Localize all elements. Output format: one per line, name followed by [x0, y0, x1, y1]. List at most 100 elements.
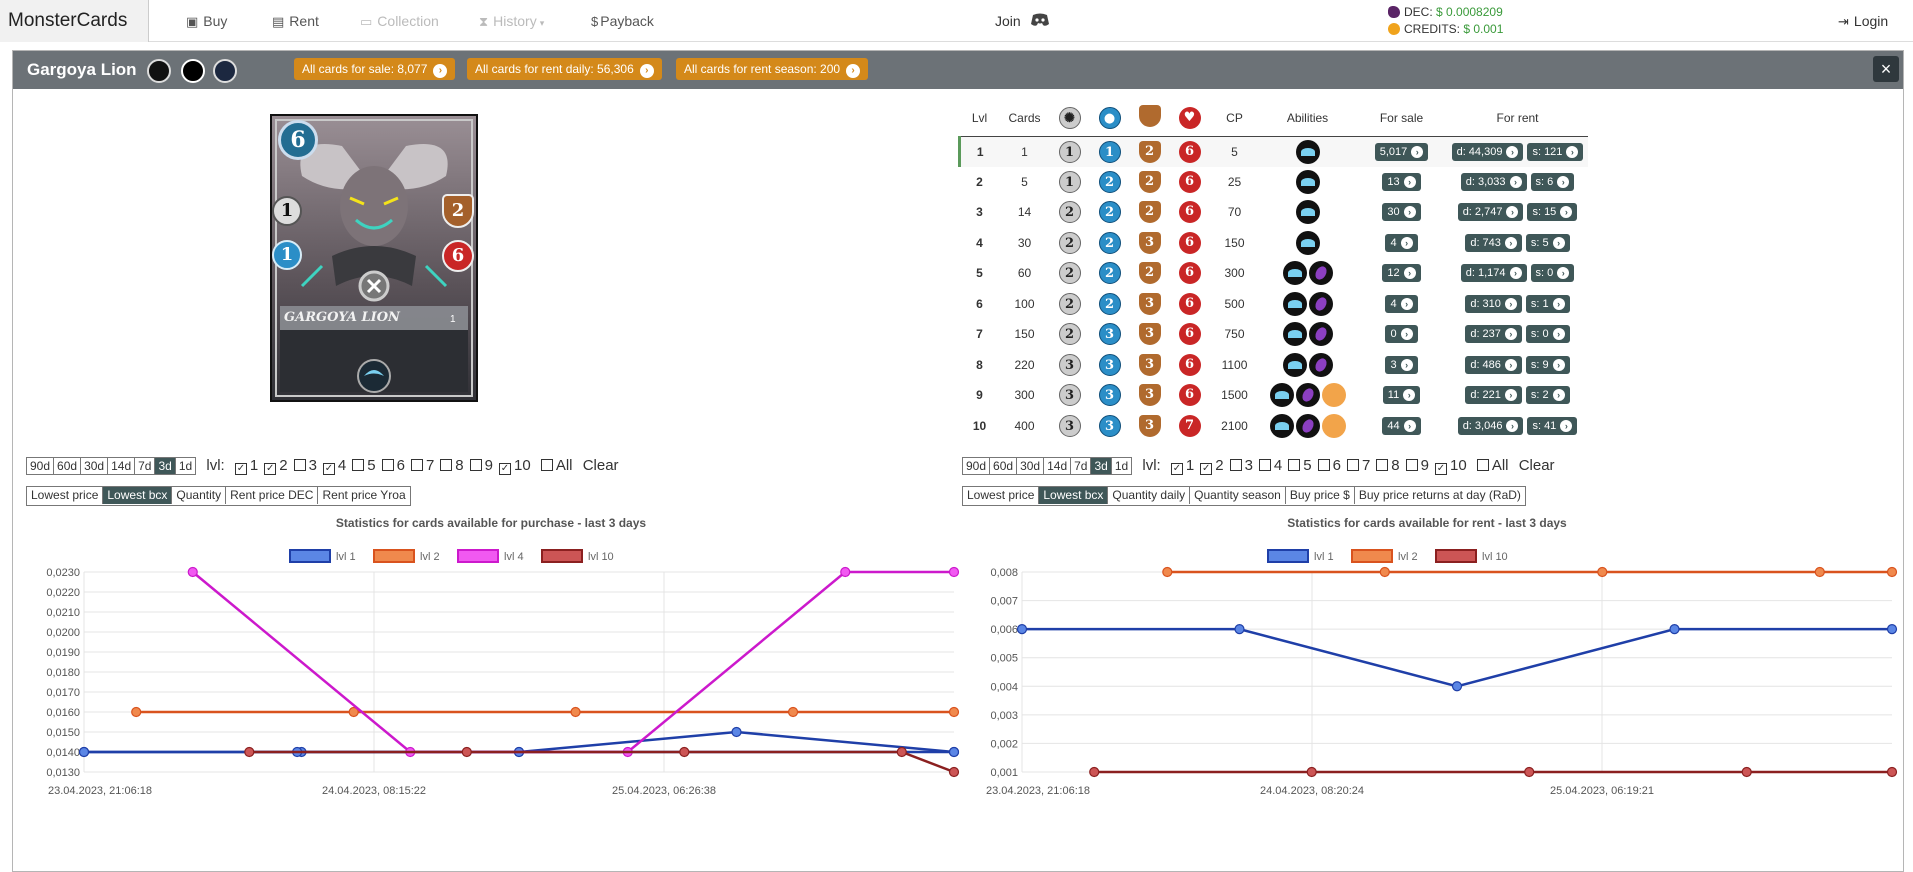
table-row[interactable]: 9 300 3 3 3 6 1500 11 › d: 221 › s: 2 › [960, 380, 1588, 411]
data-point[interactable] [244, 746, 255, 758]
period-7d[interactable]: 7d [135, 458, 156, 475]
metric-option[interactable]: Quantity daily [1108, 487, 1191, 504]
level-checkbox-3[interactable]: 3 [293, 457, 317, 474]
data-point[interactable] [840, 566, 851, 578]
legend-swatch[interactable] [1435, 549, 1477, 563]
right-clear-button[interactable]: Clear [1519, 457, 1555, 474]
rent-season-button[interactable]: s: 0 › [1530, 264, 1575, 283]
level-checkbox-4[interactable]: ✓ 4 [322, 457, 346, 475]
level-checkbox-7[interactable]: 7 [410, 457, 434, 474]
legend-label[interactable]: lvl 10 [588, 551, 614, 563]
nav-rent[interactable]: ▤ Rent [272, 0, 319, 42]
level-checkbox-1[interactable]: ✓ 1 [234, 457, 258, 475]
left-clear-button[interactable]: Clear [583, 457, 619, 474]
for-sale-button[interactable]: 30 › [1382, 203, 1421, 222]
data-point[interactable] [570, 706, 581, 718]
nav-collection[interactable]: ▭ Collection [360, 0, 439, 42]
data-point[interactable] [1451, 681, 1463, 692]
data-point[interactable] [1306, 766, 1317, 778]
legend-swatch[interactable] [289, 549, 331, 563]
metric-option[interactable]: Lowest bcx [103, 487, 173, 504]
table-row[interactable]: 6 100 2 2 3 6 500 4 › d: 310 › s: 1 › [960, 289, 1588, 320]
rent-daily-button[interactable]: d: 3,046 › [1457, 416, 1524, 435]
for-sale-button[interactable]: 4 › [1385, 233, 1418, 252]
level-checkbox-3[interactable]: 3 [1229, 457, 1253, 474]
brand-logo[interactable]: MonsterCards [0, 0, 149, 68]
data-point[interactable] [1886, 566, 1898, 578]
period-3d[interactable]: 3d [1091, 458, 1112, 475]
legend-swatch[interactable] [1267, 549, 1309, 563]
close-button[interactable]: × [1873, 56, 1899, 82]
data-point[interactable] [1016, 624, 1028, 635]
level-checkbox-8[interactable]: 8 [1376, 457, 1400, 474]
period-60d[interactable]: 60d [54, 458, 82, 475]
data-point[interactable] [1379, 566, 1390, 578]
metric-option[interactable]: Lowest bcx [1039, 487, 1109, 504]
rent-daily-button[interactable]: d: 44,309 › [1451, 142, 1524, 161]
legend-label[interactable]: lvl 2 [1398, 551, 1418, 563]
nav-history[interactable]: ⧗ History ▾ [479, 0, 544, 42]
level-checkbox-5[interactable]: 5 [352, 457, 376, 474]
for-sale-button[interactable]: 5,017 › [1374, 142, 1429, 161]
level-checkbox-8[interactable]: 8 [440, 457, 464, 474]
nav-join[interactable]: Join [995, 0, 1049, 42]
metric-option[interactable]: Rent price Yroa [318, 487, 409, 504]
data-point[interactable] [731, 726, 742, 738]
rent-daily-button[interactable]: d: 486 › [1465, 355, 1522, 374]
rent-season-button[interactable]: s: 41 › [1527, 416, 1578, 435]
legend-label[interactable]: lvl 2 [420, 551, 440, 563]
rent-season-button[interactable]: s: 0 › [1525, 325, 1570, 344]
data-point[interactable] [1814, 566, 1825, 578]
metric-option[interactable]: Lowest price [27, 487, 104, 504]
data-point[interactable] [896, 746, 907, 758]
rent-daily-button[interactable]: d: 743 › [1465, 233, 1522, 252]
level-checkbox-2[interactable]: ✓ 2 [1200, 457, 1224, 475]
rent-daily-button[interactable]: d: 1,174 › [1460, 264, 1527, 283]
badge-rent-daily[interactable]: All cards for rent daily: 56,306 › [467, 58, 662, 80]
legend-swatch[interactable] [541, 549, 583, 563]
data-point[interactable] [1886, 766, 1898, 778]
period-1d[interactable]: 1d [1112, 458, 1131, 474]
level-checkbox-9[interactable]: 9 [1405, 457, 1429, 474]
rent-daily-button[interactable]: d: 221 › [1465, 386, 1522, 405]
level-checkbox-10[interactable]: ✓ 10 [1434, 457, 1467, 475]
level-checkbox-2[interactable]: ✓ 2 [264, 457, 288, 475]
badge-for-sale[interactable]: All cards for sale: 8,077 › [294, 58, 456, 80]
data-point[interactable] [1162, 566, 1173, 578]
period-90d[interactable]: 90d [963, 458, 991, 475]
table-row[interactable]: 7 150 2 3 3 6 750 0 › d: 237 › s: 0 › [960, 319, 1588, 350]
table-row[interactable]: 4 30 2 2 3 6 150 4 › d: 743 › s: 5 › [960, 228, 1588, 259]
legend-label[interactable]: lvl 1 [336, 551, 356, 563]
rent-season-button[interactable]: s: 15 › [1527, 203, 1578, 222]
metric-option[interactable]: Quantity season [1190, 487, 1286, 504]
level-checkbox-6[interactable]: 6 [381, 457, 405, 474]
data-point[interactable] [1234, 624, 1245, 635]
level-checkbox-9[interactable]: 9 [469, 457, 493, 474]
period-1d[interactable]: 1d [176, 458, 195, 474]
table-row[interactable]: 10 400 3 3 3 7 2100 44 › d: 3,046 › s: 41 › [960, 411, 1588, 442]
level-checkbox-1[interactable]: ✓ 1 [1170, 457, 1194, 475]
period-3d[interactable]: 3d [155, 458, 176, 475]
table-row[interactable]: 2 5 1 2 2 6 25 13 › d: 3,033 › s: 6 › [960, 167, 1588, 198]
for-sale-button[interactable]: 3 › [1385, 355, 1418, 374]
period-30d[interactable]: 30d [81, 458, 109, 475]
data-point[interactable] [1597, 566, 1608, 578]
for-sale-button[interactable]: 13 › [1382, 172, 1421, 191]
legend-swatch[interactable] [373, 549, 415, 563]
data-point[interactable] [187, 566, 198, 578]
data-point[interactable] [461, 746, 472, 758]
rent-daily-button[interactable]: d: 2,747 › [1457, 203, 1524, 222]
legend-swatch[interactable] [1351, 549, 1393, 563]
rent-season-button[interactable]: s: 9 › [1525, 355, 1570, 374]
nav-buy[interactable]: ▣ Buy [186, 0, 227, 42]
data-point[interactable] [787, 706, 799, 718]
nav-login[interactable]: ⇥ Login [1838, 0, 1888, 42]
rent-daily-button[interactable]: d: 3,033 › [1460, 172, 1527, 191]
left-all-toggle[interactable]: All [540, 457, 573, 474]
data-point[interactable] [679, 746, 690, 758]
metric-option[interactable]: Buy price $ [1286, 487, 1355, 504]
right-all-toggle[interactable]: All [1476, 457, 1509, 474]
data-point[interactable] [131, 706, 142, 718]
rent-season-button[interactable]: s: 1 › [1525, 294, 1570, 313]
metric-option[interactable]: Buy price returns at day (RaD) [1355, 487, 1525, 504]
